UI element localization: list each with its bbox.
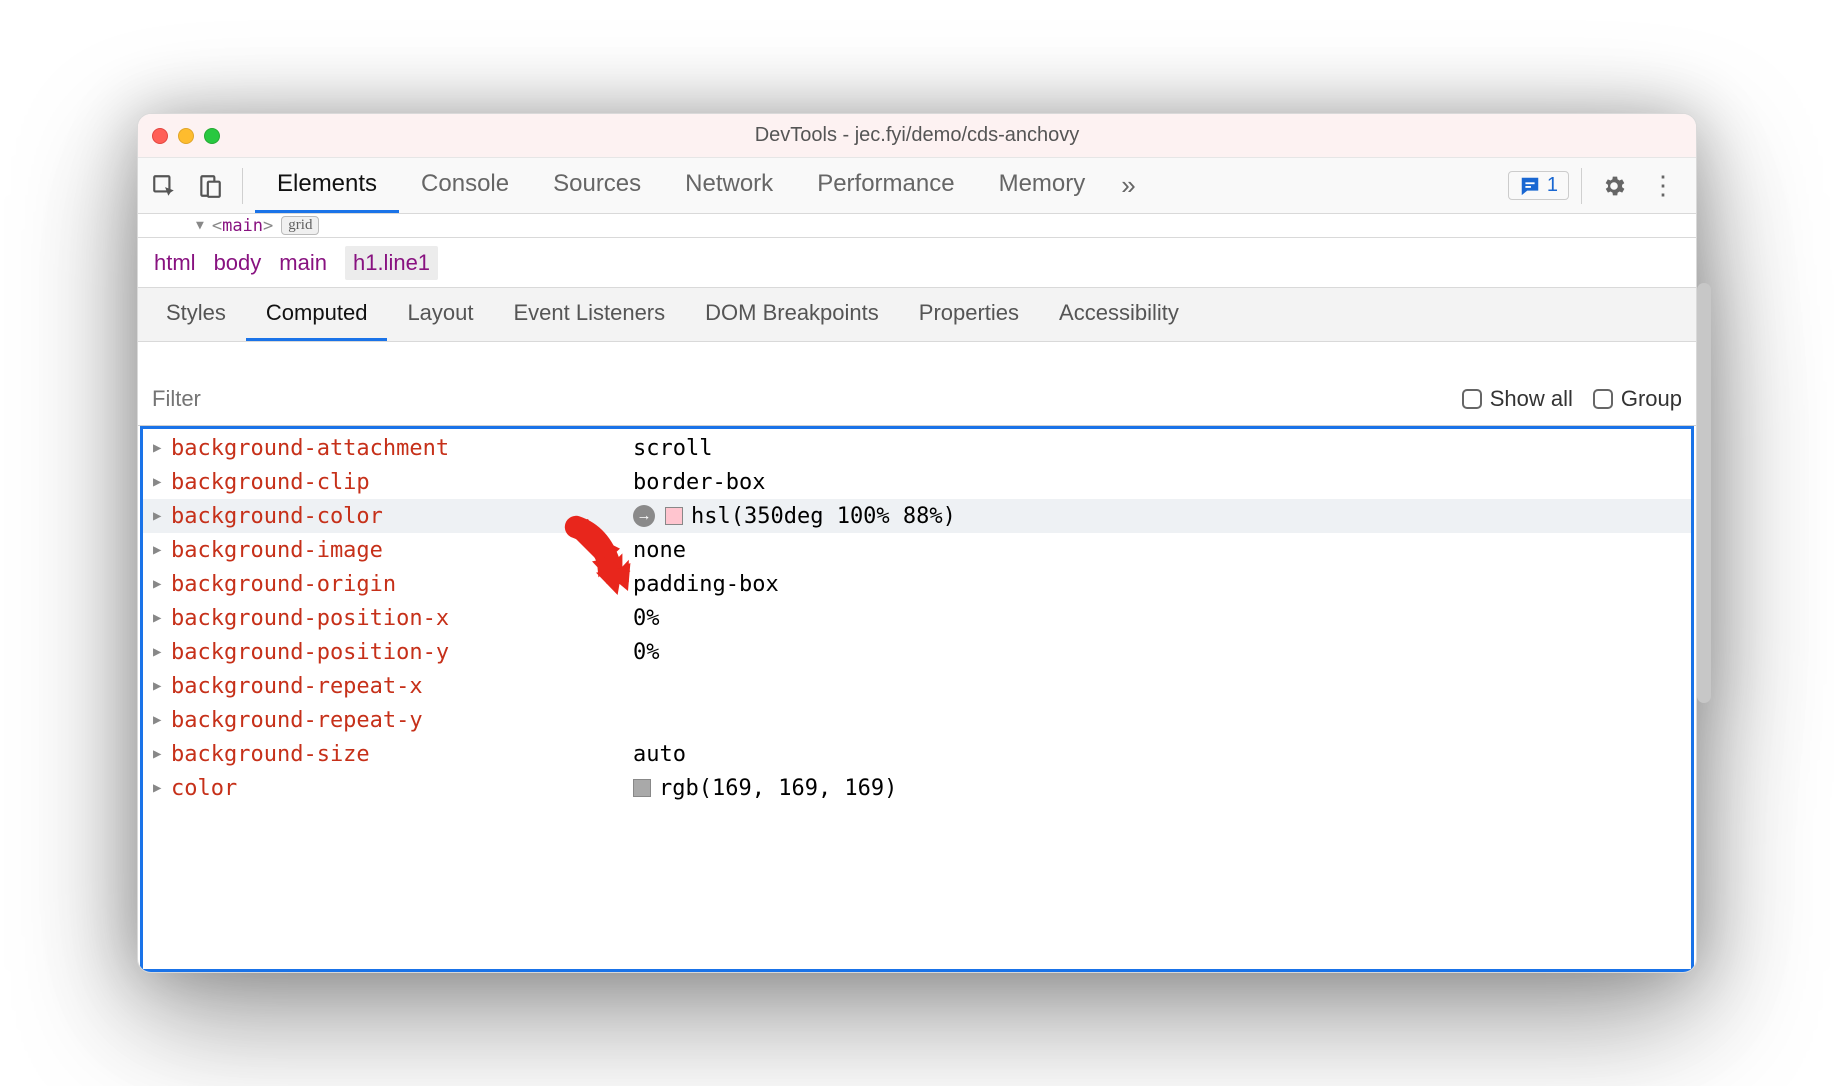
property-value[interactable]: border-box [633,470,765,495]
computed-row[interactable]: ▶background-clip border-box [143,465,1691,499]
toolbar-separator [1581,168,1582,204]
computed-row[interactable]: ▶background-repeat-x [143,669,1691,703]
property-name: background-size [171,742,370,767]
window-title: DevTools - jec.fyi/demo/cds-anchovy [138,124,1696,147]
property-value[interactable]: 0% [633,640,660,665]
main-toolbar: Elements Console Sources Network Perform… [138,158,1696,214]
disclosure-triangle-icon[interactable]: ▶ [153,576,167,592]
computed-row[interactable]: ▶background-image none [143,533,1691,567]
subtab-layout[interactable]: Layout [387,288,493,341]
disclosure-triangle-icon[interactable]: ▶ [153,712,167,728]
subtab-properties[interactable]: Properties [899,288,1039,341]
disclosure-triangle-icon[interactable]: ▶ [153,678,167,694]
checkbox-icon [1462,389,1482,409]
crumb-selected[interactable]: h1.line1 [345,246,438,280]
disclosure-triangle-icon[interactable]: ▶ [153,474,167,490]
tab-memory[interactable]: Memory [977,158,1108,213]
filter-input[interactable] [152,386,452,412]
property-value[interactable]: 0% [633,606,660,631]
disclosure-triangle-icon[interactable]: ▼ [196,218,204,233]
disclosure-triangle-icon[interactable]: ▶ [153,746,167,762]
inspect-element-icon[interactable] [144,166,184,206]
computed-panel: ▶background-attachmentscroll▶background-… [140,426,1694,972]
styles-subtabs: Styles Computed Layout Event Listeners D… [138,288,1696,342]
property-value[interactable]: none [633,538,686,563]
tab-console[interactable]: Console [399,158,531,213]
show-all-checkbox[interactable]: Show all [1462,386,1573,412]
subtab-styles[interactable]: Styles [146,288,246,341]
computed-properties-list[interactable]: ▶background-attachmentscroll▶background-… [143,429,1691,807]
crumb-body[interactable]: body [214,250,262,276]
devtools-window: DevTools - jec.fyi/demo/cds-anchovy Elem… [137,113,1697,973]
color-swatch[interactable] [665,507,683,525]
computed-row[interactable]: ▶background-size auto [143,737,1691,771]
settings-icon[interactable] [1594,166,1634,206]
property-name: background-attachment [171,436,449,461]
computed-row[interactable]: ▶background-position-y 0% [143,635,1691,669]
tab-network[interactable]: Network [663,158,795,213]
property-value[interactable]: auto [633,742,686,767]
property-name: color [171,776,237,801]
chat-icon [1519,175,1541,197]
more-tabs-icon[interactable]: » [1113,170,1143,201]
kebab-menu-icon[interactable]: ⋮ [1640,170,1686,201]
tab-performance[interactable]: Performance [795,158,976,213]
property-name: background-color [171,504,383,529]
subtab-accessibility[interactable]: Accessibility [1039,288,1199,341]
color-swatch[interactable] [633,779,651,797]
group-checkbox[interactable]: Group [1593,386,1682,412]
disclosure-triangle-icon[interactable]: ▶ [153,508,167,524]
disclosure-triangle-icon[interactable]: ▶ [153,542,167,558]
grid-badge[interactable]: grid [281,216,319,235]
disclosure-triangle-icon[interactable]: ▶ [153,610,167,626]
device-toggle-icon[interactable] [190,166,230,206]
dom-tree-strip[interactable]: ▼ <main> grid [138,214,1696,238]
computed-row[interactable]: ▶background-color hsl(350deg 100% 88%) [143,499,1691,533]
computed-row[interactable]: ▶background-origin padding-box [143,567,1691,601]
toolbar-separator [242,168,243,204]
subtab-dom-breakpoints[interactable]: DOM Breakpoints [685,288,899,341]
property-name: background-image [171,538,383,563]
property-value[interactable]: scroll [633,436,712,461]
property-name: background-position-x [171,606,449,631]
computed-row[interactable]: ▶background-position-x 0% [143,601,1691,635]
tab-sources[interactable]: Sources [531,158,663,213]
computed-row[interactable]: ▶color rgb(169, 169, 169) [143,771,1691,805]
property-value[interactable]: rgb(169, 169, 169) [633,776,897,801]
subtab-computed[interactable]: Computed [246,288,388,341]
property-value[interactable]: padding-box [633,572,779,597]
disclosure-triangle-icon[interactable]: ▶ [153,780,167,796]
navigate-icon[interactable] [633,505,655,527]
subtab-event-listeners[interactable]: Event Listeners [494,288,686,341]
crumb-main[interactable]: main [279,250,327,276]
breadcrumbs: html body main h1.line1 [138,238,1696,288]
disclosure-triangle-icon[interactable]: ▶ [153,644,167,660]
computed-row[interactable]: ▶background-repeat-y [143,703,1691,737]
property-value[interactable]: hsl(350deg 100% 88%) [633,504,956,529]
issue-count: 1 [1547,174,1558,197]
titlebar: DevTools - jec.fyi/demo/cds-anchovy [138,114,1696,158]
crumb-html[interactable]: html [154,250,196,276]
property-name: background-repeat-y [171,708,423,733]
disclosure-triangle-icon[interactable]: ▶ [153,440,167,456]
property-name: background-repeat-x [171,674,423,699]
tab-elements[interactable]: Elements [255,158,399,213]
property-name: background-position-y [171,640,449,665]
checkbox-icon [1593,389,1613,409]
property-name: background-origin [171,572,396,597]
dom-tag: main [222,216,263,236]
property-name: background-clip [171,470,370,495]
panel-tabs: Elements Console Sources Network Perform… [255,158,1107,213]
vertical-scrollbar[interactable] [1697,283,1711,703]
issues-badge[interactable]: 1 [1508,171,1569,200]
computed-row[interactable]: ▶background-attachment scroll [143,431,1691,465]
filter-bar: Show all Group [138,372,1696,426]
